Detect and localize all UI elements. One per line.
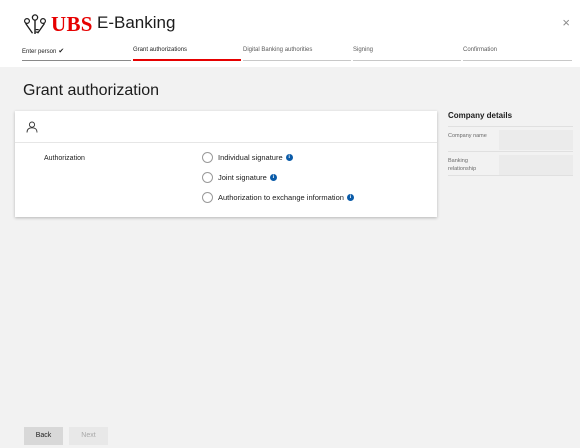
info-icon[interactable]: i — [346, 194, 354, 201]
option-joint-signature[interactable]: Joint signature i — [202, 172, 354, 183]
company-details-title: Company details — [448, 111, 513, 120]
step-signing[interactable]: Signing — [353, 47, 461, 61]
authorization-label: Authorization — [44, 155, 85, 162]
company-details-panel: Company details Company name Banking rel… — [448, 111, 573, 176]
authorization-card: Authorization Individual signature i Joi… — [15, 111, 437, 217]
banking-relationship-value — [499, 155, 573, 175]
person-icon — [26, 121, 38, 133]
close-icon[interactable]: × — [562, 15, 570, 30]
option-label: Joint signature — [218, 173, 267, 182]
info-icon[interactable]: i — [285, 154, 293, 161]
radio-button[interactable] — [202, 172, 213, 183]
back-button[interactable]: Back — [24, 427, 63, 445]
option-label: Authorization to exchange information — [218, 193, 344, 202]
brand-name: UBS — [51, 12, 93, 36]
radio-button[interactable] — [202, 152, 213, 163]
step-label: Digital Banking authorities — [243, 47, 313, 53]
progress-steps: Enter person ✔ Grant authorizations Digit… — [22, 47, 572, 61]
page-title: Grant authorization — [23, 82, 160, 99]
ubs-logo: UBS — [22, 12, 93, 37]
option-label: Individual signature — [218, 153, 283, 162]
option-individual-signature[interactable]: Individual signature i — [202, 152, 354, 163]
radio-button[interactable] — [202, 192, 213, 203]
step-label: Signing — [353, 47, 374, 53]
company-name-row: Company name — [448, 126, 573, 151]
ubs-keys-icon — [23, 13, 47, 34]
banking-relationship-label: Banking relationship — [448, 158, 477, 172]
next-button[interactable]: Next — [69, 427, 108, 445]
step-label: Confirmation — [463, 47, 498, 53]
step-label: Enter person — [22, 49, 57, 55]
info-icon[interactable]: i — [269, 174, 277, 181]
step-grant-authorizations[interactable]: Grant authorizations — [133, 47, 241, 61]
step-enter-person[interactable]: Enter person ✔ — [22, 47, 131, 61]
step-digital-banking-authorities[interactable]: Digital Banking authorities — [243, 47, 351, 61]
app-title: E-Banking — [97, 13, 176, 32]
company-name-label: Company name — [448, 133, 487, 139]
option-exchange-information[interactable]: Authorization to exchange information i — [202, 192, 354, 203]
header: UBS E-Banking × Enter person ✔ Grant auth… — [0, 0, 580, 67]
step-label: Grant authorizations — [133, 47, 188, 53]
card-header — [15, 111, 437, 143]
step-confirmation[interactable]: Confirmation — [463, 47, 572, 61]
company-name-value — [499, 130, 573, 150]
checkmark-icon: ✔ — [58, 48, 65, 55]
banking-relationship-row: Banking relationship — [448, 151, 573, 176]
authorization-options: Individual signature i Joint signature i… — [202, 152, 354, 212]
